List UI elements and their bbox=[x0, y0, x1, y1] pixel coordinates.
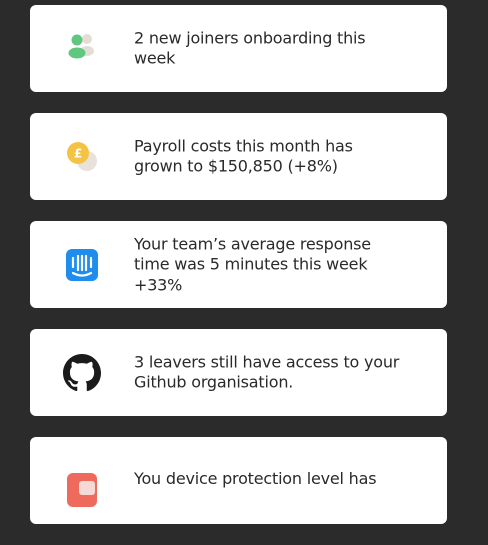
notification-card-device-protection[interactable]: You device protection level has bbox=[30, 437, 447, 524]
github-icon bbox=[63, 353, 101, 392]
notification-text: Payroll costs this month has grown to $1… bbox=[134, 136, 353, 176]
notification-card-new-joiners[interactable]: 2 new joiners onboarding this week bbox=[30, 5, 447, 92]
notification-text: You device protection level has bbox=[134, 469, 377, 488]
notification-card-github-leavers[interactable]: 3 leavers still have access to your Gith… bbox=[30, 329, 447, 416]
notification-text: 3 leavers still have access to your Gith… bbox=[134, 352, 400, 392]
notification-text: Your team’s average response time was 5 … bbox=[134, 233, 371, 294]
notification-text: 2 new joiners onboarding this week bbox=[134, 28, 366, 68]
pound-coin-icon: £ bbox=[63, 138, 101, 176]
notification-card-payroll[interactable]: £ Payroll costs this month has grown to … bbox=[30, 113, 447, 200]
people-icon bbox=[63, 30, 101, 68]
svg-text:£: £ bbox=[74, 146, 82, 160]
notification-card-response-time[interactable]: Your team’s average response time was 5 … bbox=[30, 221, 447, 308]
notification-feed: 2 new joiners onboarding this week £ Pay… bbox=[30, 5, 447, 545]
intercom-icon bbox=[63, 246, 101, 284]
device-protection-icon bbox=[63, 471, 101, 509]
